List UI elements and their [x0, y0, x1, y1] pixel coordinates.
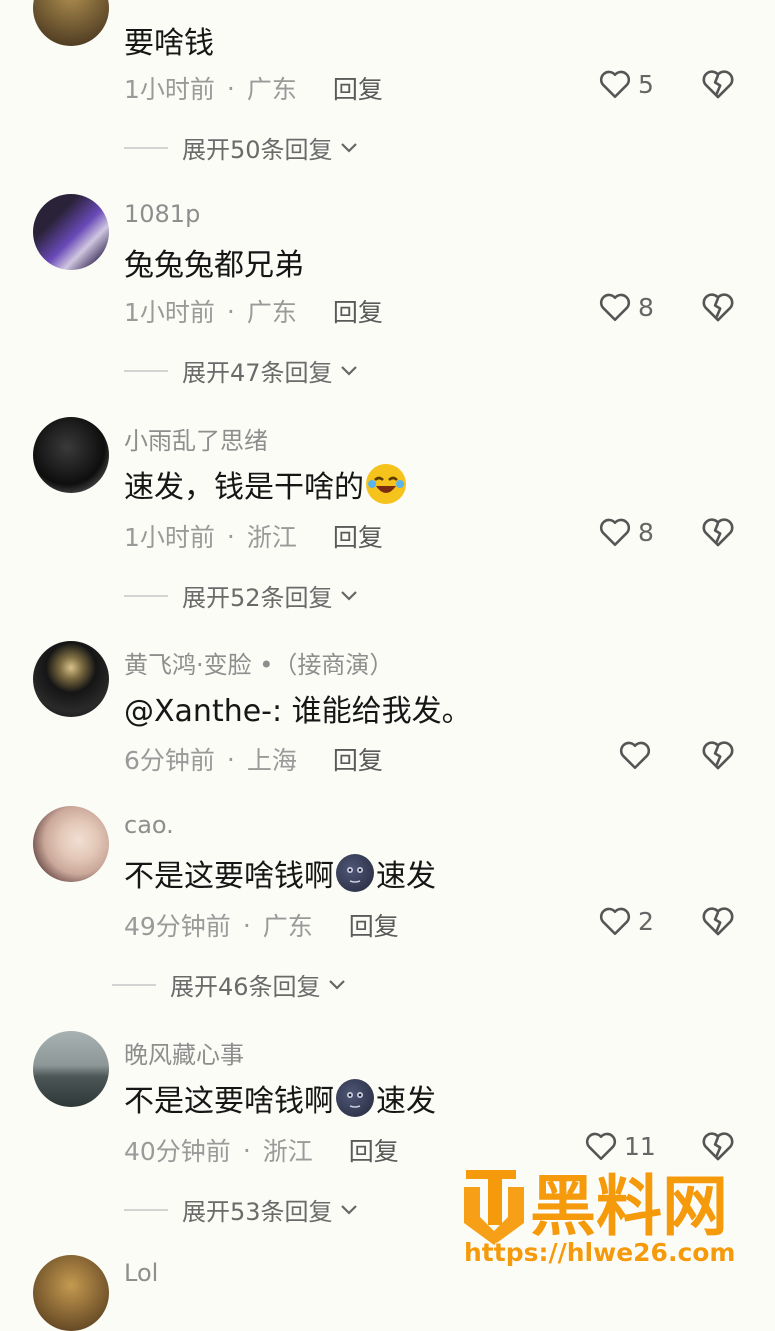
- comment-time: 6分钟前: [124, 746, 215, 775]
- like-count: 5: [638, 69, 654, 99]
- comment-time: 1小时前: [124, 523, 215, 552]
- reply-button[interactable]: 回复: [333, 293, 383, 329]
- comment-meta: 1小时前 · 浙江 回复: [124, 518, 383, 554]
- comment-meta: 1小时前 · 广东 回复: [124, 293, 383, 329]
- like-button[interactable]: 5: [598, 68, 654, 100]
- avatar[interactable]: [33, 1031, 109, 1107]
- comment-username[interactable]: Lol: [124, 1259, 158, 1287]
- broken-heart-icon[interactable]: [700, 739, 736, 771]
- watermark-brand: 黑料网: [530, 1168, 728, 1245]
- like-count: 8: [638, 517, 654, 547]
- like-count: 2: [638, 906, 654, 936]
- chevron-down-icon: [328, 979, 345, 990]
- like-button[interactable]: 8: [598, 291, 654, 323]
- new-moon-face-icon: [336, 854, 374, 892]
- comment-username[interactable]: 晚风藏心事: [124, 1035, 244, 1070]
- comment-location: 广东: [246, 298, 297, 327]
- reply-button[interactable]: 回复: [349, 907, 399, 943]
- broken-heart-icon[interactable]: [700, 291, 736, 323]
- watermark: 黑料网 https://hlwe26.com: [458, 1165, 763, 1270]
- heart-outline-icon: [599, 518, 631, 547]
- comment-text: @Xanthe-: 谁能给我发。: [124, 694, 472, 729]
- comment-text: 不是这要啥钱啊 速发: [124, 851, 436, 895]
- comment-location: 上海: [246, 746, 297, 775]
- new-moon-face-icon: [336, 1079, 374, 1117]
- comment-time: 1小时前: [124, 298, 215, 327]
- expand-replies-button[interactable]: 展开53条回复: [124, 1192, 359, 1227]
- avatar[interactable]: [33, 1255, 109, 1331]
- expand-replies-button[interactable]: 展开47条回复: [124, 353, 359, 388]
- broken-heart-icon[interactable]: [700, 905, 736, 937]
- chevron-down-icon: [340, 365, 357, 376]
- comment-time: 49分钟前: [124, 912, 231, 941]
- comment-meta: 40分钟前 · 浙江 回复: [124, 1132, 399, 1168]
- broken-heart-icon[interactable]: [700, 516, 736, 548]
- broken-heart-icon[interactable]: [700, 1130, 736, 1162]
- expand-replies-button[interactable]: 展开46条回复: [112, 967, 347, 1002]
- comment-meta: 6分钟前 · 上海 回复: [124, 741, 383, 777]
- like-button[interactable]: 8: [598, 516, 654, 548]
- comment-time: 1小时前: [124, 75, 215, 104]
- reply-button[interactable]: 回复: [349, 1132, 399, 1168]
- like-button[interactable]: 11: [584, 1130, 656, 1162]
- comment-text: 要啥钱: [124, 26, 214, 61]
- comment-location: 广东: [262, 912, 313, 941]
- reply-button[interactable]: 回复: [333, 518, 383, 554]
- comment-meta: 1小时前 · 广东 回复: [124, 70, 383, 106]
- comment-username[interactable]: 1081p: [124, 200, 200, 228]
- heart-outline-icon: [619, 741, 651, 770]
- comment-username[interactable]: 小雨乱了思绪: [124, 421, 268, 456]
- avatar[interactable]: [33, 806, 109, 882]
- laughing-emoji-icon: [366, 464, 406, 504]
- watermark-logo-icon: [464, 1170, 524, 1245]
- comment-text: 兔兔兔都兄弟: [124, 248, 304, 283]
- comment-username[interactable]: cao.: [124, 811, 174, 839]
- like-count: 11: [624, 1131, 656, 1161]
- reply-button[interactable]: 回复: [333, 741, 383, 777]
- heart-outline-icon: [599, 70, 631, 99]
- comment-location: 广东: [246, 75, 297, 104]
- heart-outline-icon: [599, 907, 631, 936]
- reply-button[interactable]: 回复: [333, 70, 383, 106]
- chevron-down-icon: [340, 142, 357, 153]
- comment-meta: 49分钟前 · 广东 回复: [124, 907, 399, 943]
- avatar[interactable]: [33, 641, 109, 717]
- expand-replies-button[interactable]: 展开52条回复: [124, 578, 359, 613]
- expand-replies-button[interactable]: 展开50条回复: [124, 130, 359, 165]
- watermark-url: https://hlwe26.com: [464, 1238, 735, 1267]
- like-button[interactable]: [618, 739, 652, 771]
- avatar[interactable]: [33, 417, 109, 493]
- avatar[interactable]: [33, 194, 109, 270]
- like-button[interactable]: 2: [598, 905, 654, 937]
- comment-location: 浙江: [246, 523, 297, 552]
- comment-location: 浙江: [262, 1137, 313, 1166]
- chevron-down-icon: [340, 590, 357, 601]
- comment-username[interactable]: 黄飞鸿·变脸 •（接商演）: [124, 645, 393, 680]
- chevron-down-icon: [340, 1204, 357, 1215]
- heart-outline-icon: [599, 293, 631, 322]
- like-count: 8: [638, 292, 654, 322]
- broken-heart-icon[interactable]: [700, 68, 736, 100]
- avatar[interactable]: [33, 0, 109, 46]
- comment-text: 不是这要啥钱啊 速发: [124, 1076, 436, 1120]
- heart-outline-icon: [585, 1132, 617, 1161]
- comment-time: 40分钟前: [124, 1137, 231, 1166]
- comment-text: 速发，钱是干啥的: [124, 462, 406, 506]
